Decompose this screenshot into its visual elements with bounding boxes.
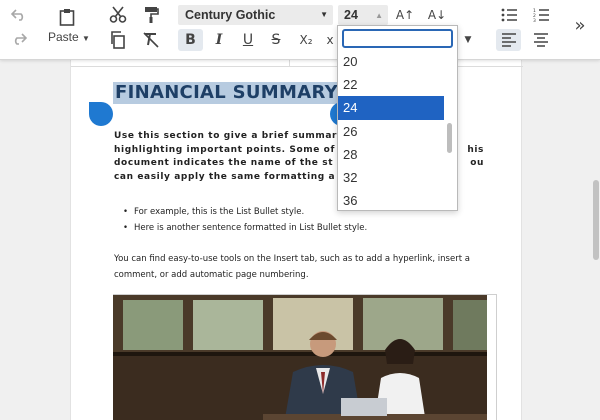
document-scrollbar[interactable] xyxy=(592,60,600,420)
more-options-icon[interactable]: » xyxy=(568,14,592,36)
font-name-value: Century Gothic xyxy=(185,8,276,22)
intro-line: Use this section to give a brief summar xyxy=(114,131,338,141)
font-size-option[interactable]: 26 xyxy=(338,120,444,143)
scissors-icon[interactable] xyxy=(107,5,129,25)
font-name-select[interactable]: Century Gothic ▼ xyxy=(178,5,333,25)
intro-line-tail: his xyxy=(467,144,484,155)
header-column-divider xyxy=(289,60,290,67)
intro-line-tail: ou xyxy=(470,158,484,168)
font-size-value: 24 xyxy=(344,8,358,22)
italic-button[interactable]: I xyxy=(208,29,230,51)
font-size-input[interactable] xyxy=(342,29,453,48)
bold-button[interactable]: B xyxy=(178,29,203,51)
shrink-font-button[interactable]: A↓ xyxy=(424,5,450,25)
superscript-button-partial[interactable]: x xyxy=(324,29,336,51)
list-item[interactable]: Here is another sentence formatted in Li… xyxy=(123,220,503,236)
copy-icon[interactable] xyxy=(107,30,129,50)
font-size-select[interactable]: 24 ▲ xyxy=(338,5,388,25)
paste-label: Paste xyxy=(48,30,79,44)
font-size-option[interactable]: 20 xyxy=(338,50,444,73)
bullet-list-icon[interactable] xyxy=(497,5,521,25)
font-size-option[interactable]: 22 xyxy=(338,73,444,96)
font-size-option[interactable]: 36 xyxy=(338,189,444,212)
intro-line: document indicates the name of the st xyxy=(114,158,334,168)
font-size-option-selected[interactable]: 24 xyxy=(338,96,444,120)
chevron-up-icon: ▲ xyxy=(375,11,383,20)
font-size-dropdown: 20 22 24 26 28 32 36 xyxy=(337,25,458,211)
chevron-down-icon: ▼ xyxy=(320,10,328,19)
paste-button[interactable]: Paste ▼ xyxy=(48,30,90,44)
strikethrough-button[interactable]: S xyxy=(265,29,287,51)
intro-line: highlighting important points. Some of xyxy=(114,144,335,155)
paste-dropdown-caret[interactable]: ▼ xyxy=(82,34,90,43)
font-size-options: 20 22 24 26 28 32 36 xyxy=(338,50,444,212)
formatting-toolbar: Paste ▼ Century Gothic ▼ 24 ▲ B I U S X₂ x… xyxy=(0,0,600,60)
dropdown-scrollbar[interactable] xyxy=(447,123,452,153)
undo-icon[interactable] xyxy=(8,6,30,24)
grow-font-button[interactable]: A↑ xyxy=(392,5,418,25)
font-size-option[interactable]: 28 xyxy=(338,143,444,166)
underline-button[interactable]: U xyxy=(237,29,259,51)
clipboard-icon[interactable] xyxy=(56,6,78,28)
subscript-button[interactable]: X₂ xyxy=(294,29,318,51)
document-title[interactable]: FINANCIAL SUMMARY xyxy=(113,82,340,104)
body-paragraph[interactable]: You can find easy-to-use tools on the In… xyxy=(114,251,509,283)
svg-text:3: 3 xyxy=(533,18,536,22)
selection-handle-start[interactable] xyxy=(89,102,113,126)
numbered-list-icon[interactable]: 123 xyxy=(529,5,553,25)
align-left-icon[interactable] xyxy=(496,29,521,51)
font-color-button[interactable]: ▼ xyxy=(458,29,478,51)
align-center-icon[interactable] xyxy=(529,29,553,51)
intro-line: can easily apply the same formatting a xyxy=(114,171,336,182)
redo-icon[interactable] xyxy=(8,30,30,48)
scrollbar-thumb[interactable] xyxy=(593,180,599,260)
photo-frame xyxy=(113,294,497,420)
clear-formatting-icon[interactable] xyxy=(140,30,162,50)
font-size-option[interactable]: 32 xyxy=(338,166,444,189)
format-painter-icon[interactable] xyxy=(140,5,162,25)
document-canvas[interactable]: FINANCIAL SUMMARY Use this section to gi… xyxy=(0,60,600,420)
